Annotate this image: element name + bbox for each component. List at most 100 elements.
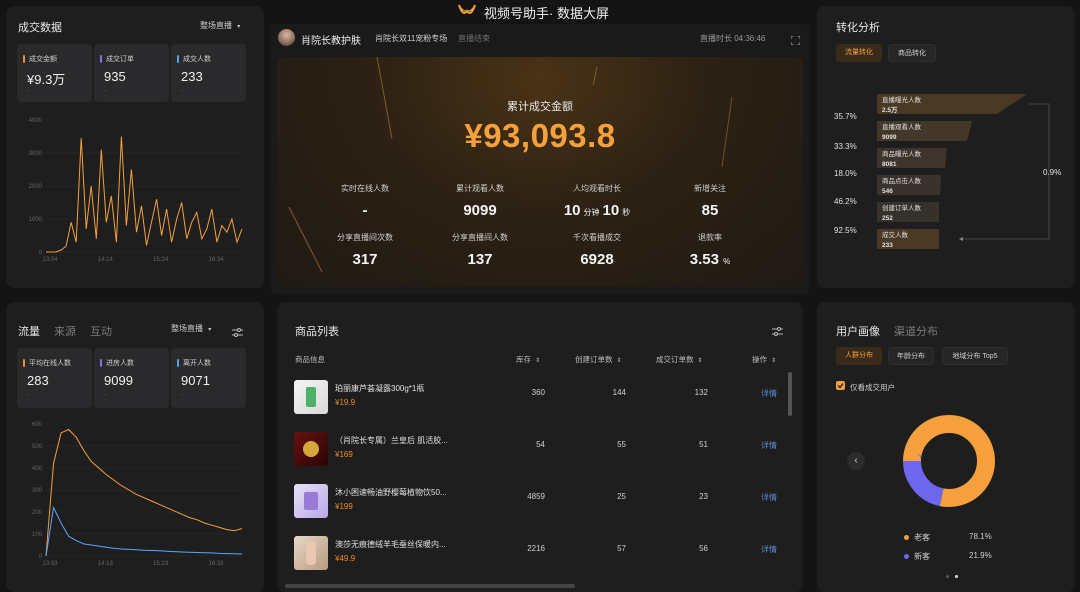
fullscreen-icon[interactable] bbox=[790, 32, 801, 46]
chevron-down-icon: ▾ bbox=[208, 327, 212, 333]
detail-link[interactable]: 详情 bbox=[761, 492, 777, 503]
kpi-label: 进房人数 bbox=[106, 360, 134, 367]
traffic-scope-dropdown[interactable]: 整场直播 ▾ bbox=[171, 323, 211, 334]
product-price: ¥199 bbox=[335, 502, 353, 511]
x-tick-label: 13:04 bbox=[42, 257, 58, 263]
deal-orders-cell: 51 bbox=[699, 440, 708, 449]
y-tick-label: 0 bbox=[39, 554, 43, 560]
hero-label: 累计成交金额 bbox=[507, 101, 573, 113]
stat-value: 317 bbox=[352, 251, 378, 268]
funnel-step: 直播观看人数 9099 bbox=[882, 124, 921, 141]
stream-status: 直播结束 bbox=[458, 34, 490, 43]
tab-channel-distribution[interactable]: 渠道分布 bbox=[894, 323, 938, 339]
product-name: 珀丽康芦荟凝露300g*1瓶 bbox=[335, 384, 425, 393]
deal-users-checkbox[interactable] bbox=[836, 381, 845, 390]
hero-card: 累计成交金额 ¥93,093.8 实时在线人数 - 累计观看人数 9099 人均… bbox=[277, 57, 803, 287]
product-thumbnail bbox=[294, 380, 328, 414]
product-thumbnail bbox=[294, 536, 328, 570]
stat-label: 千次看播成交 bbox=[573, 233, 621, 242]
tab-user-profile[interactable]: 用户画像 bbox=[836, 323, 880, 339]
carousel-prev-button[interactable]: ‹ bbox=[847, 452, 865, 470]
stat-value: 9099 bbox=[463, 202, 497, 219]
vertical-scrollbar[interactable] bbox=[788, 372, 792, 416]
stock-cell: 2216 bbox=[527, 544, 545, 553]
chevron-down-icon: ▾ bbox=[237, 24, 241, 30]
filter-region[interactable]: 地域分布 Top5 bbox=[942, 347, 1008, 365]
table-row[interactable]: 珀丽康芦荟凝露300g*1瓶 ¥19.9 360 144 132 详情 bbox=[277, 374, 803, 426]
table-row[interactable]: 沐小困速畅油野樱莓植物饮50... ¥199 4859 25 23 详情 bbox=[277, 478, 803, 530]
product-price: ¥169 bbox=[335, 450, 353, 459]
traffic-series-secondary-line bbox=[45, 505, 243, 557]
kpi-label: 成交金额 bbox=[29, 56, 57, 63]
y-tick-label: 600 bbox=[32, 422, 43, 428]
horizontal-scrollbar[interactable] bbox=[285, 584, 575, 588]
column-header-created-orders[interactable]: 创建订单数 ⇕ bbox=[575, 354, 622, 365]
created-orders-cell: 144 bbox=[612, 388, 626, 397]
y-tick-label: 2000 bbox=[29, 184, 43, 190]
table-row[interactable]: 澳莎无痕德绒羊毛蚕丝保暖内... ¥49.9 2216 57 56 详情 bbox=[277, 530, 803, 582]
user-donut-chart bbox=[903, 415, 995, 507]
products-title: 商品列表 bbox=[295, 326, 339, 338]
sales-scope-dropdown[interactable]: 整场直播 ▾ bbox=[200, 20, 240, 31]
stream-title: 肖院长双11宠粉专场 bbox=[375, 34, 448, 43]
x-tick-label: 14:13 bbox=[98, 561, 114, 567]
kpi-value: ¥9.3万 bbox=[27, 72, 66, 87]
kpi-sub: - bbox=[27, 88, 30, 95]
product-price: ¥49.9 bbox=[335, 554, 356, 563]
stock-cell: 54 bbox=[536, 440, 545, 449]
tab-interaction[interactable]: 互动 bbox=[90, 323, 112, 339]
detail-link[interactable]: 详情 bbox=[761, 544, 777, 555]
column-header-action: 操作 ⇕ bbox=[752, 355, 777, 364]
stat-viewers: 累计观看人数 9099 bbox=[420, 183, 540, 219]
y-tick-label: 500 bbox=[32, 444, 43, 450]
y-tick-label: 100 bbox=[32, 532, 43, 538]
legend-dot bbox=[904, 535, 909, 540]
filter-settings-icon[interactable] bbox=[232, 324, 243, 337]
traffic-kpi-entered: 进房人数 9099 - bbox=[94, 348, 169, 408]
y-tick-label: 300 bbox=[32, 488, 43, 494]
overall-conversion-rate: 0.9% bbox=[1043, 168, 1062, 177]
stat-gpm: 千次看播成交 6928 bbox=[537, 232, 657, 268]
legend-dot bbox=[904, 554, 909, 559]
stat-value: 6928 bbox=[580, 251, 614, 268]
kpi-label: 成交订单 bbox=[106, 56, 134, 63]
tab-source[interactable]: 来源 bbox=[54, 323, 76, 339]
carousel-dot-active[interactable] bbox=[955, 575, 958, 578]
deal-orders-cell: 23 bbox=[699, 492, 708, 501]
funnel-step: 直播曝光人数 2.5万 bbox=[882, 97, 921, 114]
check-icon bbox=[837, 383, 844, 389]
column-settings-icon[interactable] bbox=[772, 323, 783, 336]
tab-traffic[interactable]: 流量 bbox=[18, 323, 40, 339]
filter-age[interactable]: 年龄分布 bbox=[888, 347, 934, 365]
tab-traffic-conversion[interactable]: 流量转化 bbox=[836, 44, 882, 62]
sales-panel-title: 成交数据 bbox=[18, 22, 62, 34]
column-header-stock[interactable]: 库存 ⇕ bbox=[516, 354, 540, 365]
kpi-label: 平均在线人数 bbox=[29, 360, 71, 367]
x-tick-label: 14:14 bbox=[98, 257, 114, 263]
stat-label: 分享直播间次数 bbox=[337, 233, 393, 242]
users-panel: 用户画像 渠道分布 人群分布 年龄分布 地域分布 Top5 仅看成交用户 ‹ 老… bbox=[817, 302, 1075, 592]
avatar bbox=[278, 29, 295, 46]
checkbox-label: 仅看成交用户 bbox=[850, 383, 895, 392]
product-name: 澳莎无痕德绒羊毛蚕丝保暖内... bbox=[335, 540, 446, 549]
detail-link[interactable]: 详情 bbox=[761, 388, 777, 399]
kpi-sub: - bbox=[181, 392, 184, 399]
detail-link[interactable]: 详情 bbox=[761, 440, 777, 451]
sales-kpi-amount: 成交金额 ¥9.3万 - bbox=[17, 44, 92, 102]
filter-crowd[interactable]: 人群分布 bbox=[836, 347, 882, 365]
stream-duration: 直播时长 04:36:46 bbox=[700, 34, 766, 43]
table-row[interactable]: （肖院长专属）兰皇后 肌活胶... ¥169 54 55 51 详情 bbox=[277, 426, 803, 478]
traffic-series-online-line bbox=[45, 428, 243, 557]
funnel-step: 商品曝光人数 8081 bbox=[882, 151, 921, 168]
stat-value: 137 bbox=[467, 251, 493, 268]
hero-total-amount: ¥93,093.8 bbox=[464, 117, 616, 154]
traffic-kpi-avg-online: 平均在线人数 283 - bbox=[17, 348, 92, 408]
deal-orders-cell: 132 bbox=[694, 388, 708, 397]
sales-chart: 4000 3000 2000 1000 013:04 14:14 15:24 16:34 bbox=[29, 118, 243, 263]
tab-product-conversion[interactable]: 商品转化 bbox=[888, 44, 936, 62]
y-tick-label: 1000 bbox=[29, 217, 43, 223]
stock-cell: 4859 bbox=[527, 492, 545, 501]
carousel-dot[interactable] bbox=[946, 575, 949, 578]
column-header-deal-orders[interactable]: 成交订单数 ⇕ bbox=[656, 354, 703, 365]
y-tick-label: 400 bbox=[32, 466, 43, 472]
